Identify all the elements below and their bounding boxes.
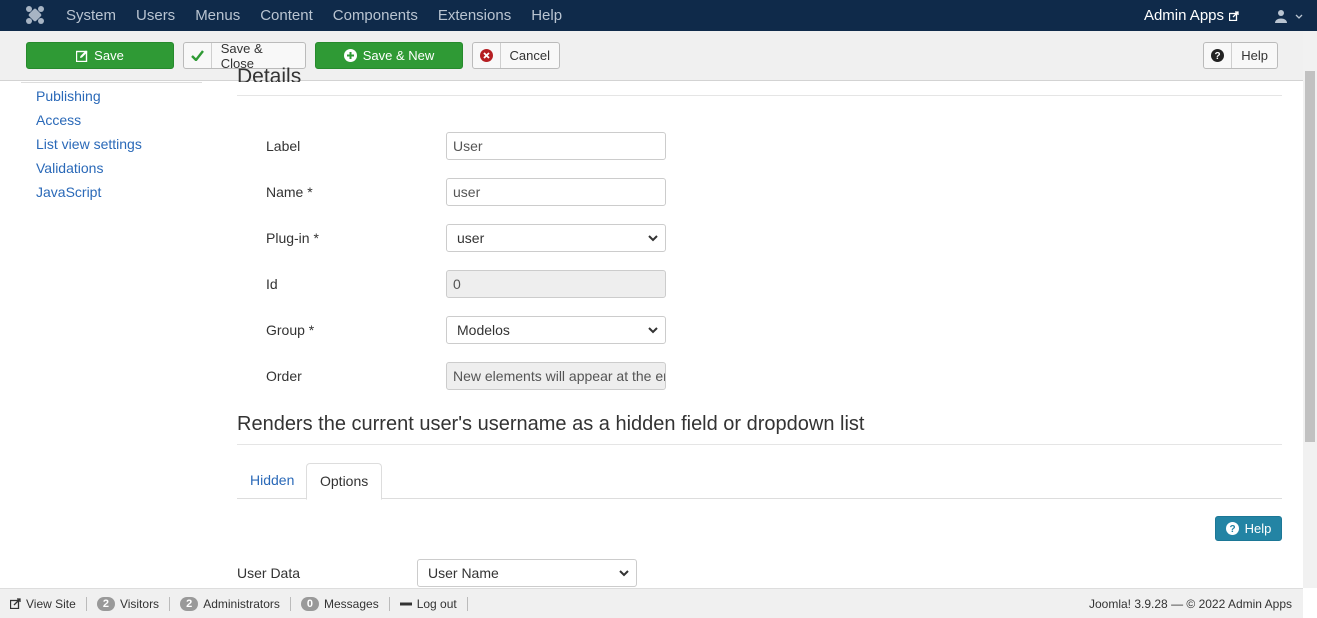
name-row: Name * user <box>266 178 666 206</box>
copyright-text: © 2022 Admin Apps <box>1186 597 1292 611</box>
view-site-link[interactable]: View Site <box>0 596 87 611</box>
checkmark-icon <box>191 50 204 61</box>
plugin-description-title: Renders the current user's username as a… <box>237 413 865 435</box>
save-button[interactable]: Save <box>26 42 174 69</box>
plugin-field-label: Plug-in * <box>266 230 319 246</box>
chevron-down-icon <box>648 327 658 334</box>
group-select[interactable]: Modelos <box>446 316 666 344</box>
question-circle-icon: ? <box>1225 522 1239 535</box>
id-input: 0 <box>446 270 666 298</box>
administrators-status[interactable]: 2 Administrators <box>170 596 291 611</box>
user-menu[interactable] <box>1261 0 1317 31</box>
sidebar-item-list-view-settings[interactable]: List view settings <box>21 132 202 156</box>
messages-count-badge: 0 <box>300 596 319 611</box>
menu-menus[interactable]: Menus <box>185 0 250 31</box>
visitors-label: Visitors <box>119 596 160 611</box>
svg-text:?: ? <box>1215 51 1221 62</box>
footer-separator: — <box>1171 597 1187 611</box>
plugin-select[interactable]: user <box>446 224 666 252</box>
plugin-section-divider <box>237 444 1282 445</box>
sidebar-tabs: Publishing Access List view settings Val… <box>21 82 202 204</box>
plugin-select-value: user <box>457 230 485 246</box>
id-row: Id 0 <box>266 270 666 298</box>
label-input[interactable]: User <box>446 132 666 160</box>
edit-icon <box>76 50 88 62</box>
plugin-help-label: Help <box>1244 521 1272 536</box>
cancel-button[interactable]: Cancel <box>472 42 560 69</box>
menu-extensions[interactable]: Extensions <box>428 0 521 31</box>
question-circle-icon: ? <box>1211 49 1225 62</box>
toolbar-help-button[interactable]: ? Help <box>1203 42 1278 69</box>
site-link[interactable]: Admin Apps <box>1144 7 1261 24</box>
messages-label: Messages <box>324 596 379 611</box>
minus-icon <box>399 602 412 605</box>
menu-help[interactable]: Help <box>521 0 572 31</box>
admins-label: Administrators <box>203 596 280 611</box>
save-new-label: Save & New <box>362 48 435 63</box>
footer-copyright: Joomla! 3.9.28 — © 2022 Admin Apps <box>1089 597 1292 611</box>
main-menu: System Users Menus Content Components Ex… <box>56 0 572 31</box>
label-row: Label User <box>266 132 666 160</box>
group-field-label: Group * <box>266 322 315 338</box>
tab-hidden[interactable]: Hidden <box>237 463 307 499</box>
order-input: New elements will appear at the end <box>446 362 666 390</box>
sidebar-divider <box>21 82 202 83</box>
sidebar-item-validations[interactable]: Validations <box>21 156 202 180</box>
joomla-version: Joomla! 3.9.28 <box>1089 597 1168 611</box>
plus-circle-icon <box>343 49 357 62</box>
menu-users[interactable]: Users <box>126 0 185 31</box>
page-scrollbar[interactable] <box>1303 31 1317 588</box>
id-field-label: Id <box>266 276 278 292</box>
toolbar-help-label: Help <box>1241 48 1268 63</box>
group-select-value: Modelos <box>457 322 510 338</box>
sidebar-item-access[interactable]: Access <box>21 108 202 132</box>
caret-down-icon <box>1295 14 1303 19</box>
logout-label: Log out <box>416 596 457 611</box>
site-name: Admin Apps <box>1143 7 1224 24</box>
svg-text:?: ? <box>1229 524 1235 535</box>
top-navbar: System Users Menus Content Components Ex… <box>0 0 1317 31</box>
sidebar-item-publishing[interactable]: Publishing <box>21 84 202 108</box>
user-data-value: User Name <box>428 565 499 581</box>
menu-system[interactable]: System <box>56 0 126 31</box>
group-row: Group * Modelos <box>266 316 666 344</box>
details-legend: Details <box>237 65 302 82</box>
plugin-tabs: Hidden Options <box>237 463 1282 500</box>
user-data-label: User Data <box>237 565 301 581</box>
chevron-down-icon <box>648 235 658 242</box>
external-link-icon <box>1229 10 1239 21</box>
messages-status[interactable]: 0 Messages <box>291 596 390 611</box>
tab-options[interactable]: Options <box>306 463 383 500</box>
chevron-down-icon <box>619 570 629 577</box>
user-icon <box>1275 9 1287 23</box>
menu-content[interactable]: Content <box>250 0 323 31</box>
user-data-select[interactable]: User Name <box>417 559 637 587</box>
label-field-label: Label <box>266 138 301 154</box>
name-field-label: Name * <box>266 184 313 200</box>
order-row: Order New elements will appear at the en… <box>266 362 666 390</box>
save-new-button[interactable]: Save & New <box>315 42 463 69</box>
external-link-icon <box>10 598 21 609</box>
admins-count-badge: 2 <box>180 596 199 611</box>
joomla-logo-icon[interactable] <box>24 4 46 26</box>
plugin-help-button[interactable]: ? Help <box>1215 516 1282 541</box>
plugin-row: Plug-in * user <box>266 224 666 252</box>
cancel-circle-icon <box>479 49 493 62</box>
cancel-label: Cancel <box>509 48 550 63</box>
scrollbar-thumb[interactable] <box>1305 71 1315 442</box>
sidebar-item-javascript[interactable]: JavaScript <box>21 180 202 204</box>
order-field-label: Order <box>266 368 302 384</box>
save-label: Save <box>94 48 124 63</box>
status-bar: View Site 2 Visitors 2 Administrators 0 … <box>0 588 1303 618</box>
visitors-count-badge: 2 <box>96 596 115 611</box>
details-divider <box>237 95 1282 96</box>
toolbar: Save Save & Close Save & New Cancel ? He… <box>0 31 1303 81</box>
name-input[interactable]: user <box>446 178 666 206</box>
view-site-label: View Site <box>26 596 76 611</box>
menu-components[interactable]: Components <box>323 0 428 31</box>
logout-link[interactable]: Log out <box>390 596 468 611</box>
visitors-status[interactable]: 2 Visitors <box>87 596 171 611</box>
